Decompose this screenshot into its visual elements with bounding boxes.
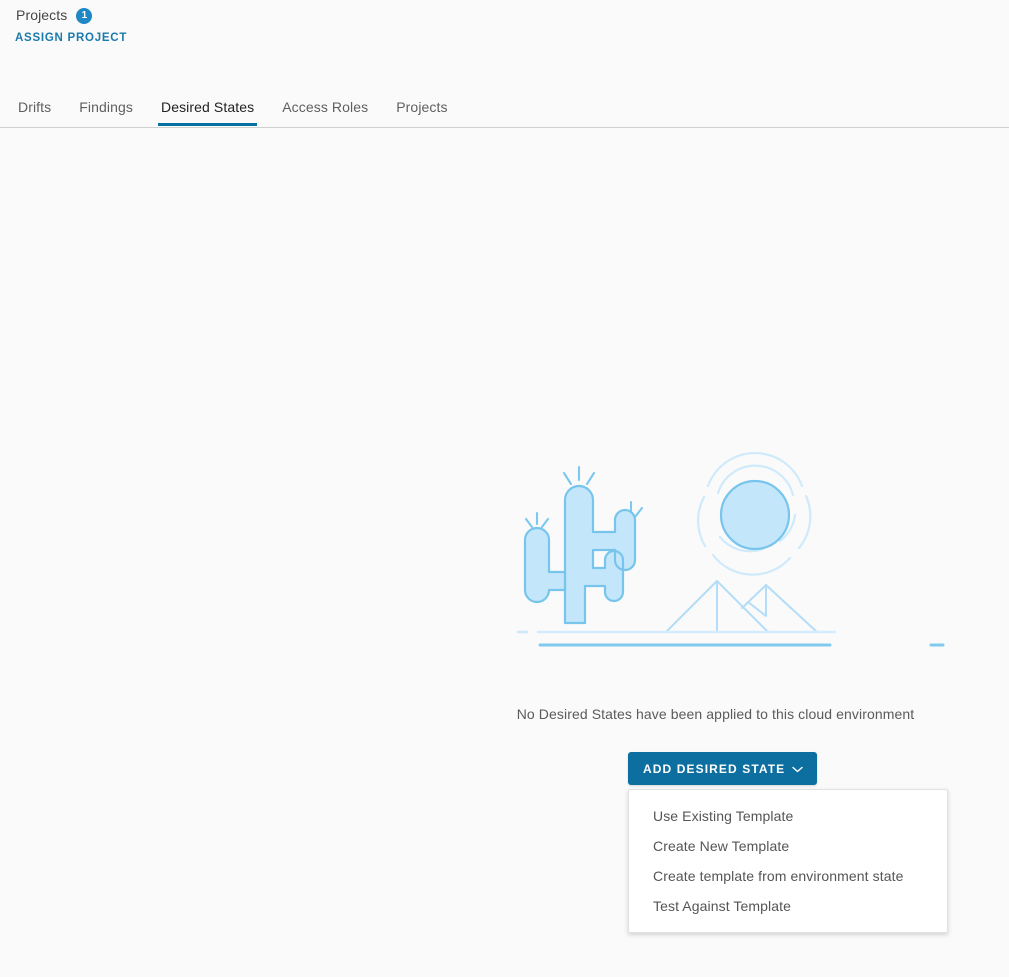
- add-desired-state-menu[interactable]: Use Existing Template Create New Templat…: [628, 789, 948, 933]
- add-desired-state-label: ADD DESIRED STATE: [643, 761, 786, 776]
- tab-findings-label: Findings: [79, 99, 133, 115]
- tab-drifts-label: Drifts: [18, 99, 52, 115]
- menu-item-create-template-from-environment-state[interactable]: Create template from environment state: [629, 861, 947, 891]
- menu-item-use-existing-template[interactable]: Use Existing Template: [629, 801, 947, 831]
- projects-label: Projects: [16, 7, 68, 23]
- tab-findings[interactable]: Findings: [79, 98, 133, 126]
- menu-item-test-against-template[interactable]: Test Against Template: [629, 891, 947, 921]
- empty-state-message: No Desired States have been applied to t…: [0, 706, 1009, 722]
- projects-summary: Projects 1: [16, 6, 93, 25]
- chevron-down-icon: [792, 766, 803, 773]
- menu-item-test-against-template-label: Test Against Template: [653, 898, 792, 914]
- tab-drifts[interactable]: Drifts: [18, 98, 51, 126]
- tab-bar: Drifts Findings Desired States Access Ro…: [0, 98, 1009, 128]
- tab-desired-states[interactable]: Desired States: [157, 98, 258, 126]
- desert-cactus-sun-pyramids-icon: [505, 440, 965, 655]
- tab-projects-label: Projects: [396, 99, 448, 115]
- menu-item-create-new-template[interactable]: Create New Template: [629, 831, 947, 861]
- assign-project-link[interactable]: ASSIGN PROJECT: [15, 32, 127, 44]
- projects-count-badge: 1: [76, 7, 93, 24]
- tab-access-roles-label: Access Roles: [282, 99, 369, 115]
- menu-item-create-template-from-environment-state-label: Create template from environment state: [653, 868, 904, 884]
- tab-desired-states-label: Desired States: [160, 99, 255, 115]
- menu-item-create-new-template-label: Create New Template: [653, 838, 790, 854]
- main-content: No Desired States have been applied to t…: [0, 128, 1009, 977]
- empty-state-message-text: No Desired States have been applied to t…: [516, 706, 915, 722]
- tab-access-roles[interactable]: Access Roles: [282, 98, 368, 126]
- tab-projects[interactable]: Projects: [396, 98, 447, 126]
- menu-item-use-existing-template-label: Use Existing Template: [653, 808, 794, 824]
- add-desired-state-button[interactable]: ADD DESIRED STATE: [628, 752, 818, 785]
